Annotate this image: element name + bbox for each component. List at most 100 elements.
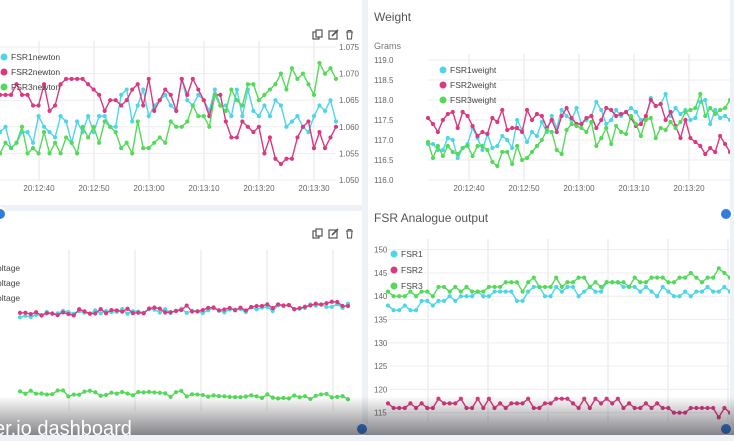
data-point <box>554 147 559 153</box>
legend-label: oltage <box>0 263 20 273</box>
data-point <box>397 308 402 313</box>
data-point <box>270 306 275 311</box>
data-point <box>534 133 540 139</box>
data-point <box>102 114 107 119</box>
data-point <box>36 151 41 156</box>
data-point <box>574 105 579 111</box>
data-point <box>146 76 151 82</box>
data-point <box>251 108 256 113</box>
data-point <box>450 137 455 143</box>
data-point <box>216 308 222 313</box>
data-point <box>554 284 559 290</box>
data-point <box>163 391 168 396</box>
data-point <box>549 129 554 135</box>
data-point <box>69 140 74 145</box>
weight-chart: 119.0 118.5 118.0 117.5 117.0 116.5 116.0 20:12… <box>374 54 730 193</box>
data-point <box>39 313 44 318</box>
resize-handle[interactable] <box>719 207 733 221</box>
data-point <box>212 92 217 97</box>
data-point <box>333 76 339 82</box>
data-point <box>190 76 195 82</box>
data-point <box>52 103 58 108</box>
data-point <box>206 305 211 310</box>
data-point <box>683 275 688 280</box>
data-point <box>119 145 124 151</box>
data-point <box>534 143 540 149</box>
data-point <box>500 149 505 155</box>
data-point <box>524 155 530 161</box>
data-point <box>430 141 436 147</box>
data-point <box>623 109 629 115</box>
data-point <box>28 388 33 393</box>
data-point <box>492 289 497 294</box>
y-tick-label: 130 <box>374 339 388 348</box>
data-point <box>638 133 643 139</box>
data-point <box>678 135 683 141</box>
data-point <box>281 303 286 308</box>
data-point <box>666 280 671 285</box>
data-point <box>240 119 245 124</box>
legend-label: FSR3newton <box>11 82 60 92</box>
newton-chart: 1.075 1.070 1.065 1.060 1.055 1.050 20:12:40 20… <box>0 41 360 193</box>
data-point <box>548 294 553 299</box>
y-tick-label: 135 <box>374 316 388 325</box>
data-point <box>727 149 730 155</box>
data-point <box>141 390 146 395</box>
data-point <box>722 141 728 147</box>
data-point <box>677 275 682 280</box>
data-point <box>544 127 549 133</box>
data-point <box>717 115 723 121</box>
data-point <box>17 315 23 320</box>
data-point <box>109 307 114 313</box>
data-point <box>114 308 119 313</box>
data-point <box>47 130 52 135</box>
data-point <box>643 284 649 290</box>
data-point <box>254 303 259 309</box>
data-point <box>179 76 184 82</box>
data-point <box>693 105 698 111</box>
y-tick-label: 120 <box>374 385 388 394</box>
data-point <box>385 303 391 308</box>
data-point <box>113 98 118 103</box>
y-tick-label: 1.050 <box>339 176 360 185</box>
data-point <box>609 107 614 113</box>
data-point <box>391 294 396 299</box>
data-point <box>515 117 520 123</box>
data-point <box>0 92 3 97</box>
data-point <box>694 275 699 280</box>
data-point <box>515 125 520 131</box>
data-point <box>234 87 239 92</box>
data-point <box>485 147 490 153</box>
data-point <box>8 92 14 97</box>
data-point <box>25 151 30 156</box>
data-point <box>109 390 114 395</box>
data-point <box>470 123 475 129</box>
data-point <box>108 98 113 103</box>
data-point <box>458 294 463 299</box>
data-point <box>340 303 345 309</box>
data-point <box>200 307 205 313</box>
data-point <box>71 313 76 318</box>
data-point <box>335 299 340 305</box>
data-point <box>663 117 668 123</box>
data-point <box>441 284 447 290</box>
data-point <box>542 284 548 290</box>
data-point <box>593 280 598 285</box>
data-point <box>295 114 300 119</box>
y-tick-label: 119.0 <box>374 56 394 65</box>
data-point <box>319 302 324 307</box>
data-point <box>23 310 28 315</box>
data-point <box>146 389 152 394</box>
data-point <box>554 129 559 135</box>
data-point <box>41 130 47 135</box>
data-point <box>256 114 261 119</box>
data-point <box>278 103 284 108</box>
data-point <box>173 390 179 395</box>
data-point <box>722 113 728 119</box>
data-point <box>146 306 152 311</box>
data-point <box>36 103 41 108</box>
legend-marker <box>439 81 447 89</box>
data-point <box>693 139 698 145</box>
data-point <box>82 389 87 394</box>
data-point <box>103 311 109 316</box>
